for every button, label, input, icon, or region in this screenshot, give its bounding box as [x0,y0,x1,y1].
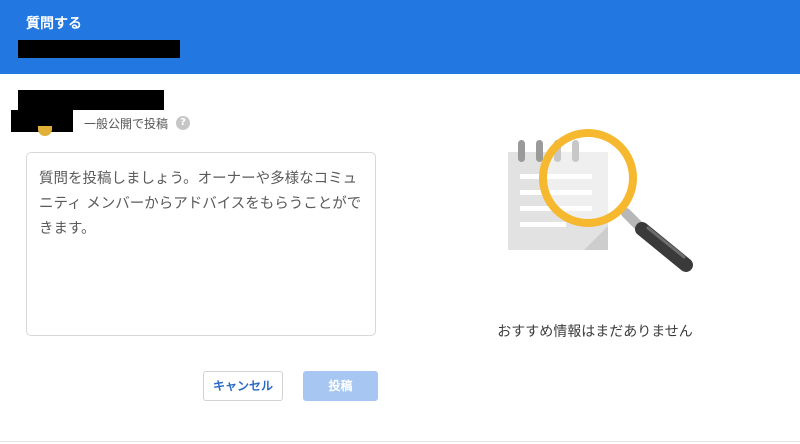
avatar [38,126,52,136]
magnifier-over-notepad-icon [508,129,693,272]
redacted-user-name [18,90,164,110]
divider [0,441,800,442]
visibility-info: 一般公開で投稿 ? [84,113,191,133]
redacted-business-name [18,40,180,58]
visibility-label: 一般公開で投稿 [84,116,169,131]
post-button[interactable]: 投稿 [303,371,378,401]
empty-recommendations-message: おすすめ情報はまだありません [497,324,693,340]
dialog-header: 質問する [0,0,800,74]
help-icon[interactable]: ? [176,116,191,130]
question-input[interactable] [26,152,376,336]
dialog-title: 質問する [26,16,82,32]
cancel-button[interactable]: キャンセル [203,371,283,401]
